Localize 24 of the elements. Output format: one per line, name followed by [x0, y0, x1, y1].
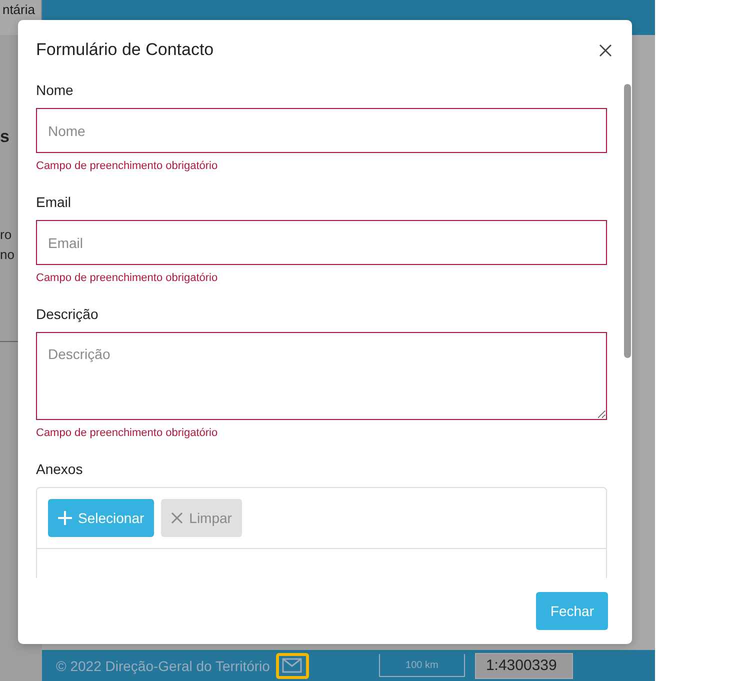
- description-field[interactable]: Descrição: [36, 332, 607, 420]
- panel-text: ro: [0, 226, 13, 244]
- x-icon: [171, 512, 184, 524]
- error-message: Campo de preenchimento obrigatório: [36, 427, 219, 439]
- field-label: Anexos: [36, 461, 84, 477]
- error-message: Campo de preenchimento obrigatório: [36, 160, 219, 172]
- mail-icon[interactable]: [276, 652, 309, 678]
- plus-icon: [58, 511, 72, 525]
- panel-text: no: [0, 246, 16, 264]
- dialog-title: Formulário de Contacto: [36, 40, 214, 60]
- input-field[interactable]: Nome: [36, 108, 607, 153]
- panel-heading: s: [0, 127, 10, 147]
- scale-text: 1:4300339: [474, 652, 573, 678]
- error-message: Campo de preenchimento obrigatório: [36, 272, 219, 284]
- field-label: Nome: [36, 82, 74, 98]
- close-button[interactable]: [597, 42, 614, 58]
- select-button[interactable]: Selecionar: [48, 499, 154, 537]
- field-label: Email: [36, 194, 72, 210]
- scrollbar[interactable]: [624, 84, 631, 358]
- scale-bar: 100 km: [378, 654, 465, 677]
- input-field[interactable]: Email: [36, 220, 607, 265]
- close-dialog-button[interactable]: Fechar: [536, 592, 608, 630]
- field-label: Descrição: [36, 306, 100, 322]
- copyright-text: © 2022 Direção-Geral do Território: [56, 658, 270, 674]
